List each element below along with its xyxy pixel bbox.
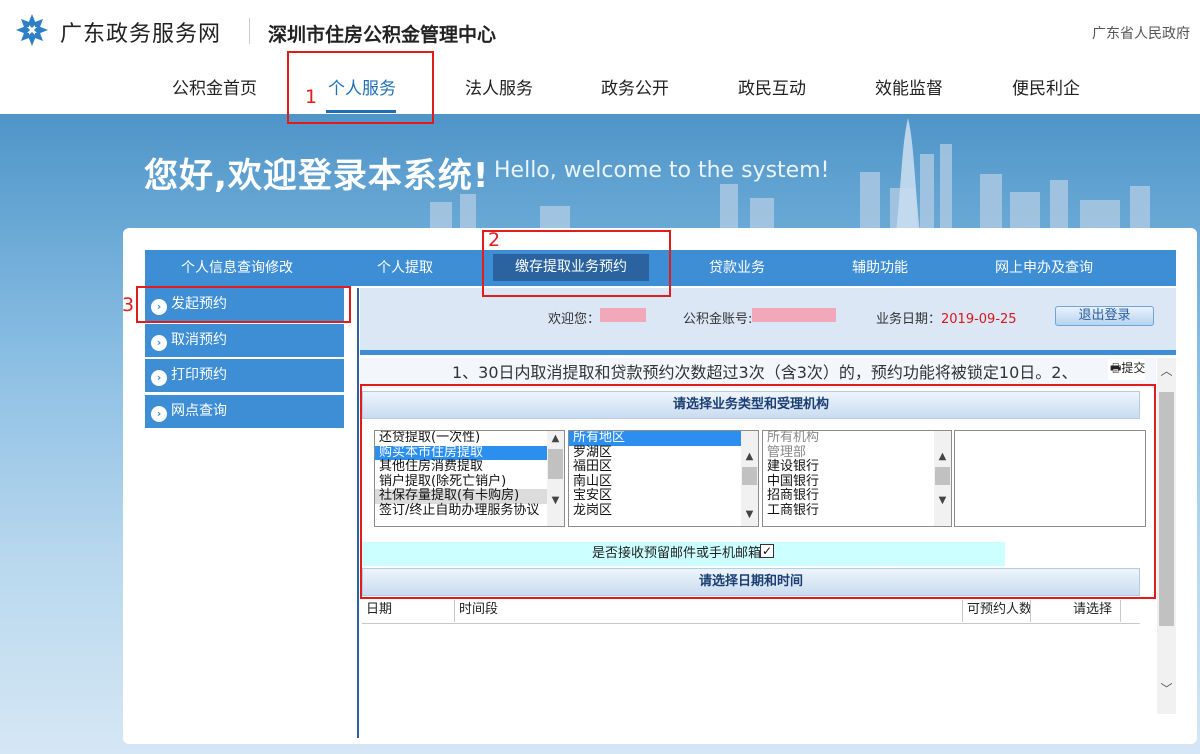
sidebar-item-cancel-appointment[interactable]: › 取消预约 [145, 324, 344, 357]
welcome-title: 您好,欢迎登录本系统! [144, 156, 490, 196]
page-scrollbar[interactable]: ︿ ﹀ [1157, 358, 1176, 714]
submit-button[interactable]: 🖶提交 [1108, 359, 1146, 380]
content-divider [357, 288, 359, 738]
annotation-box-2 [482, 230, 671, 297]
col-time-slot: 时间段 [455, 600, 963, 622]
subnav-online-apply[interactable]: 网上申办及查询 [995, 250, 1093, 286]
annotation-label-2: 2 [488, 229, 501, 251]
subnav-personal-withdraw[interactable]: 个人提取 [377, 250, 433, 286]
sidebar-item-label: 网点查询 [171, 403, 227, 419]
info-bar-bottom-strip [360, 350, 1176, 355]
annotation-label-1: 1 [305, 86, 318, 108]
redacted-username [600, 308, 646, 322]
chevron-right-icon: › [151, 406, 167, 422]
welcome-subtitle: Hello, welcome to the system! [494, 158, 830, 183]
chevron-up-icon[interactable]: ︿ [1157, 362, 1176, 380]
col-date: 日期 [362, 600, 455, 622]
nav-legal-service[interactable]: 法人服务 [465, 74, 533, 99]
subnav-loan[interactable]: 贷款业务 [709, 250, 765, 286]
chevron-down-icon[interactable]: ﹀ [1157, 680, 1176, 698]
nav-home[interactable]: 公积金首页 [172, 74, 257, 99]
date-label-text: 业务日期： [876, 312, 942, 327]
chevron-right-icon: › [151, 370, 167, 386]
sidebar-item-print-appointment[interactable]: › 打印预约 [145, 359, 344, 392]
sidebar-item-label: 打印预约 [171, 367, 227, 383]
site-name[interactable]: 广东政务服务网 [60, 16, 221, 48]
col-available: 可预约人数 [963, 600, 1031, 622]
business-date-value: 2019-09-25 [941, 312, 1017, 327]
nav-interaction[interactable]: 政民互动 [738, 74, 806, 99]
main-nav: 公积金首页 个人服务 法人服务 政务公开 政民互动 效能监督 便民利企 [0, 62, 1200, 114]
nav-supervision[interactable]: 效能监督 [875, 74, 943, 99]
sidebar-item-branch-query[interactable]: › 网点查询 [145, 395, 344, 428]
nav-government-affairs[interactable]: 政务公开 [601, 74, 669, 99]
col-select: 请选择 [1031, 600, 1121, 622]
top-header: 广东政务服务网 深圳市住房公积金管理中心 广东省人民政府 [0, 0, 1200, 62]
logout-button[interactable]: 退出登录 [1055, 306, 1154, 326]
sidebar-item-label: 取消预约 [171, 332, 227, 348]
account-label: 公积金账号: [683, 312, 753, 327]
printer-icon: 🖶 [1110, 361, 1122, 375]
subnav-auxiliary[interactable]: 辅助功能 [852, 250, 908, 286]
gov-link[interactable]: 广东省人民政府 [1092, 23, 1190, 43]
nav-convenience[interactable]: 便民利企 [1012, 74, 1080, 99]
header-divider [249, 18, 250, 44]
subnav-personal-info[interactable]: 个人信息查询修改 [181, 250, 293, 286]
chevron-right-icon: › [151, 335, 167, 351]
annotation-box-form [360, 384, 1156, 599]
annotation-label-3: 3 [122, 294, 135, 316]
user-info-bar: 欢迎您： 公积金账号: 业务日期：2019-09-25 退出登录 [360, 288, 1176, 350]
welcome-label: 欢迎您： [548, 312, 601, 327]
annotation-box-3 [136, 286, 351, 323]
business-date-label: 业务日期：2019-09-25 [876, 308, 1017, 327]
redacted-account-number [752, 308, 836, 322]
org-name[interactable]: 深圳市住房公积金管理中心 [268, 20, 496, 47]
scrollbar-thumb[interactable] [1159, 392, 1174, 626]
appointment-table-header: 日期 时间段 可预约人数 请选择 [362, 600, 1140, 624]
guangdong-gov-logo-icon[interactable] [14, 12, 50, 48]
submit-label: 提交 [1121, 361, 1146, 375]
